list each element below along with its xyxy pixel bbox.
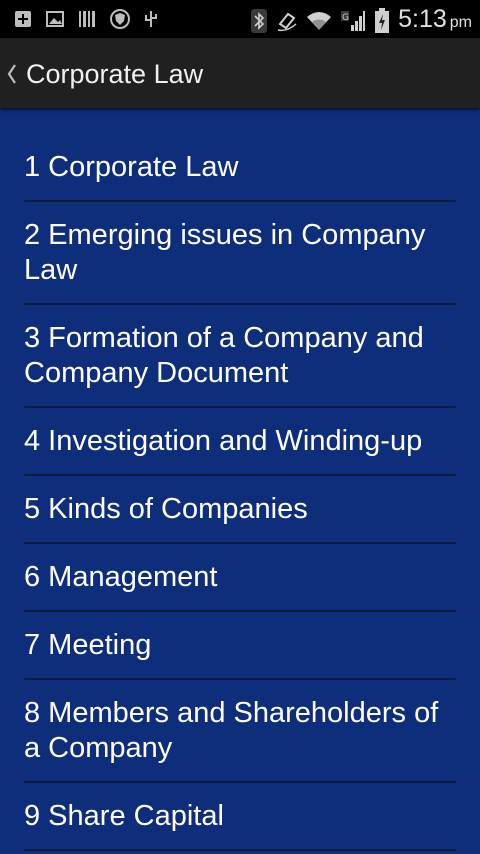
- page-title[interactable]: Corporate Law: [26, 58, 203, 90]
- battery-charging-icon: [374, 8, 390, 34]
- action-bar: Corporate Law: [0, 38, 480, 108]
- signal-icon: G: [340, 8, 366, 34]
- list-item[interactable]: 1 Corporate Law: [24, 133, 456, 202]
- wifi-icon: [306, 8, 332, 34]
- back-chevron-icon[interactable]: [6, 63, 18, 90]
- status-clock: 5:13 pm: [398, 4, 472, 38]
- list-item[interactable]: 9 Share Capital: [24, 783, 456, 851]
- svg-text:G: G: [342, 13, 349, 23]
- list-item[interactable]: 5 Kinds of Companies: [24, 476, 456, 544]
- nfc-icon: [276, 8, 298, 34]
- topic-list: 1 Corporate Law 2 Emerging issues in Comp…: [24, 133, 456, 851]
- list-item[interactable]: 2 Emerging issues in Company Law: [24, 202, 456, 305]
- list-item[interactable]: 6 Management: [24, 544, 456, 612]
- status-time: 5:13: [398, 5, 447, 33]
- list-item[interactable]: 7 Meeting: [24, 612, 456, 680]
- status-bar-notifications: [14, 6, 158, 32]
- add-box-icon: [14, 6, 32, 32]
- status-bar-system: G 5:13 pm: [250, 4, 472, 38]
- list-item[interactable]: 8 Members and Shareholders of a Company: [24, 680, 456, 783]
- status-ampm: pm: [449, 14, 472, 31]
- bluetooth-icon: [250, 8, 268, 34]
- list-item[interactable]: 4 Investigation and Winding-up: [24, 408, 456, 476]
- barcode-icon: [78, 6, 96, 32]
- list-item[interactable]: 3 Formation of a Company and Company Doc…: [24, 305, 456, 408]
- shield-icon: [110, 6, 130, 32]
- image-icon: [46, 6, 64, 32]
- status-bar: G 5:13 pm: [0, 0, 480, 38]
- usb-icon: [144, 6, 158, 32]
